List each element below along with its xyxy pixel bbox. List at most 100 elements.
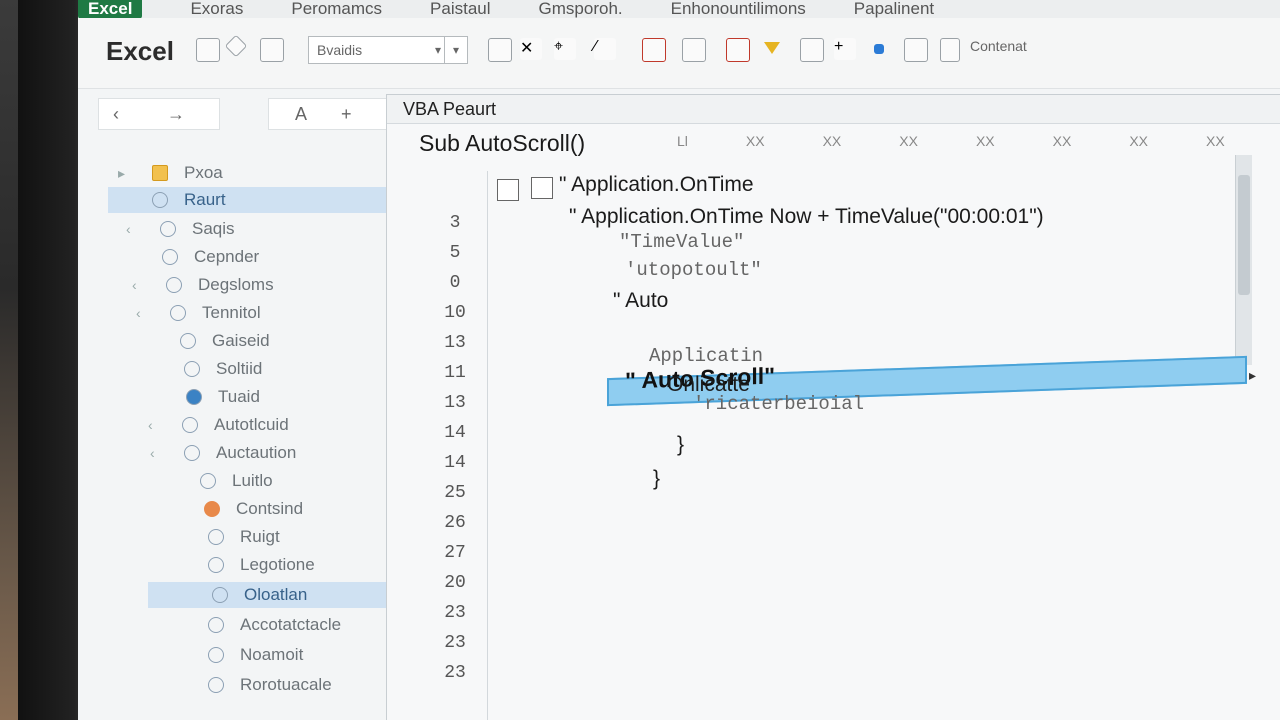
caret-down-icon: ▾ (434, 43, 441, 57)
excel-window: Excel Exoras Peromamcs Paistaul Gmsporoh… (78, 0, 1280, 720)
tree-item[interactable]: Soltiid (184, 356, 262, 382)
tree-item-label: Legotione (240, 555, 315, 574)
chevron-right-icon[interactable]: ▸ (118, 165, 138, 182)
module-icon (162, 249, 178, 265)
line-number: 3 (449, 213, 461, 233)
caret-right-icon: ▸ (1249, 367, 1257, 383)
tree-item-label: Autotlcuid (214, 415, 289, 434)
breakpoint-checkbox[interactable] (497, 179, 519, 201)
format-painter-icon[interactable] (224, 34, 248, 58)
tree-item[interactable]: ‹ Autotlcuid (148, 412, 289, 438)
ribbon-tabs: Excel Exoras Peromamcs Paistaul Gmsporoh… (78, 0, 1280, 19)
column-header: XX (745, 133, 765, 149)
tree-item-label: Luitlo (232, 471, 273, 490)
tree-item[interactable]: Tuaid (186, 384, 260, 410)
line-number: 14 (444, 453, 466, 473)
tree-item[interactable]: Noamoit (208, 642, 303, 668)
italic-icon[interactable]: ✕ (520, 38, 542, 60)
ribbon-group-label: Contenat (970, 38, 1027, 54)
code-line[interactable]: "TimeValue" (619, 231, 744, 253)
vertical-scrollbar[interactable] (1235, 155, 1252, 365)
code-line[interactable]: " Application.OnTime (559, 173, 754, 197)
font-size-control[interactable]: A + (268, 98, 390, 130)
column-header: XX (1052, 133, 1072, 149)
code-line[interactable]: 'ricaterbeioial (693, 393, 864, 415)
tree-item[interactable]: ‹ Auctaution (150, 440, 296, 466)
tree-item-label: Auctaution (216, 443, 297, 462)
tab-papalinent[interactable]: Papalinent (854, 0, 934, 19)
column-header: XX (899, 133, 918, 149)
tree-item-label: Tennitol (202, 303, 261, 322)
document-icon[interactable] (682, 38, 706, 62)
tab-peromamcs[interactable]: Peromamcs (291, 0, 382, 19)
back-forward-control[interactable]: ‹ → (98, 98, 220, 130)
tree-item[interactable]: Ruigt (208, 524, 280, 550)
closing-brace[interactable]: } (677, 433, 684, 457)
excel-logo: Excel (106, 36, 174, 66)
tree-item[interactable]: ‹ Saqis (126, 216, 235, 242)
tree-item[interactable]: Accotatctacle (208, 612, 341, 638)
line-number: 25 (444, 483, 466, 503)
tree-item[interactable]: Legotione (208, 552, 315, 578)
tab-exoras[interactable]: Exoras (190, 0, 243, 19)
tree-item-label: Rorotuacale (240, 675, 332, 694)
tree-item[interactable]: Luitlo (200, 468, 273, 494)
nav-row: ‹ → A + (98, 96, 398, 130)
strike-icon[interactable]: ⌖ (554, 38, 576, 60)
code-line[interactable]: " Application.OnTime Now + TimeValue("00… (569, 205, 1044, 229)
tab-excel[interactable]: Excel (78, 0, 143, 19)
tab-paistaul[interactable]: Paistaul (430, 0, 490, 19)
tab-enhonountilimons[interactable]: Enhonountilimons (671, 0, 806, 19)
line-number: 14 (444, 423, 466, 443)
selected-dot-icon (186, 389, 202, 405)
module-icon (208, 557, 224, 573)
breakpoint-checkbox[interactable] (531, 177, 553, 199)
module-icon (182, 417, 198, 433)
module-icon (166, 277, 182, 293)
add-icon[interactable]: + (834, 38, 856, 60)
bold-icon[interactable] (488, 38, 512, 62)
code-line[interactable]: " Auto (613, 289, 668, 313)
line-number: 27 (444, 543, 466, 563)
font-dropdown[interactable]: Bvaidis ▾ ▾ (308, 36, 468, 64)
camera-icon[interactable] (800, 38, 824, 62)
tree-item[interactable]: ‹ Tennitol (136, 300, 261, 326)
grid-icon[interactable] (904, 38, 928, 62)
module-icon (208, 617, 224, 633)
tab-gmsporoh[interactable]: Gmsporoh. (539, 0, 623, 19)
closing-brace[interactable]: } (653, 467, 660, 491)
style-icon[interactable] (940, 38, 960, 62)
tree-item[interactable]: Cepnder (162, 244, 259, 270)
tree-item[interactable]: ‹ Degsloms (132, 272, 274, 298)
copy-icon[interactable] (260, 38, 284, 62)
code-line[interactable]: 'utopotoult" (625, 259, 762, 281)
tree-item-label: Gaiseid (212, 331, 270, 350)
list-icon[interactable] (726, 38, 750, 62)
line-number: 26 (444, 513, 466, 533)
code-line[interactable]: Applicatin (649, 345, 763, 367)
module-icon (212, 587, 228, 603)
tree-item-label: Ruigt (240, 527, 280, 546)
vba-window-title: VBA Peaurt (387, 95, 1280, 124)
column-header: XX (1129, 133, 1149, 149)
line-number: 23 (444, 633, 466, 653)
tree-item[interactable]: ▸ Pxoa (118, 160, 380, 186)
line-number: 10 (444, 303, 466, 323)
tree-item[interactable]: Contsind (204, 496, 303, 522)
shape-icon[interactable] (874, 44, 884, 54)
module-icon (208, 677, 224, 693)
tree-item[interactable]: Raurt (108, 187, 396, 213)
scrollbar-thumb[interactable] (1238, 175, 1250, 295)
tree-item-label: Contsind (236, 499, 304, 518)
tree-item-label: Saqis (192, 219, 235, 238)
fill-color-icon[interactable] (762, 38, 784, 60)
paste-icon[interactable] (196, 38, 220, 62)
chart-icon[interactable]: ⁄ (594, 38, 616, 60)
chevron-down-icon[interactable]: ▾ (444, 37, 467, 63)
column-headers: Ll XX XX XX XX XX XX XX (677, 133, 1225, 149)
table-icon[interactable] (642, 38, 666, 62)
tree-item[interactable]: Rorotuacale (208, 672, 332, 698)
vba-editor: VBA Peaurt Sub AutoScroll() Ll XX XX XX … (386, 94, 1280, 720)
line-number: 11 (444, 363, 466, 383)
tree-item[interactable]: Gaiseid (180, 328, 270, 354)
